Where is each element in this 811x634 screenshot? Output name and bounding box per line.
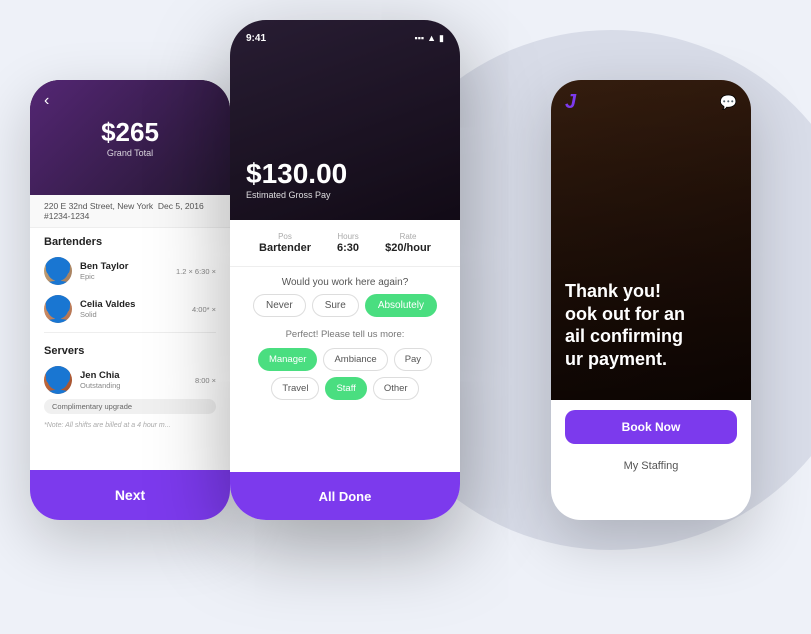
avatar-face: 👤: [44, 366, 72, 394]
hours-col: Hours 6:30: [337, 232, 359, 254]
hours-label: Hours: [337, 232, 359, 241]
question-text: Would you work here again?: [230, 267, 460, 294]
status-bar: 9:41 ▪▪▪ ▲ ▮: [230, 20, 460, 50]
staff-sub: Epic: [80, 272, 168, 281]
status-icons: ▪▪▪ ▲ ▮: [415, 33, 444, 44]
pos-col: Pos Bartender: [259, 232, 311, 254]
phones-container: ‹ $265 Grand Total 220 E 32nd Street, Ne…: [0, 0, 811, 634]
pay-amount: $130.00: [246, 160, 347, 188]
hero-line2: ook out for an: [565, 304, 685, 324]
all-done-label: All Done: [319, 489, 372, 504]
hours-value: 6:30: [337, 242, 359, 254]
staff-info: Celia Valdes Solid: [80, 299, 184, 319]
back-arrow-icon[interactable]: ‹: [44, 92, 49, 110]
status-time: 9:41: [246, 33, 266, 44]
note-text: *Note: All shifts are billed at a 4 hour…: [30, 418, 230, 433]
tag-manager[interactable]: Manager: [258, 348, 318, 371]
divider: [44, 332, 216, 333]
wifi-icon: ▲: [427, 33, 436, 43]
staff-sub: Outstanding: [80, 381, 187, 390]
logo-icon: J: [565, 91, 576, 114]
rate-col: Rate $20/hour: [385, 232, 431, 254]
choice-buttons-row: Never Sure Absolutely: [230, 294, 460, 317]
rate-value: $20/hour: [385, 242, 431, 254]
right-header: J 💬: [551, 80, 751, 124]
right-phone: J 💬 Thank you! ook out for an ail confir…: [551, 80, 751, 520]
staff-name: Celia Valdes: [80, 299, 184, 310]
list-item: 👤 Jen Chia Outstanding 8:00 ×: [30, 361, 230, 399]
order-id-text: #1234-1234: [44, 211, 89, 221]
grand-total-label: Grand Total: [107, 148, 153, 158]
staff-rate: 4:00* ×: [192, 305, 216, 314]
next-label: Next: [115, 487, 145, 503]
rate-label: Rate: [385, 232, 431, 241]
book-now-button[interactable]: Book Now: [565, 410, 737, 444]
avatar: 👤: [44, 366, 72, 394]
center-phone: 9:41 ▪▪▪ ▲ ▮ $130.00 Estimated Gross Pay…: [230, 20, 460, 520]
hero-background: $130.00 Estimated Gross Pay: [230, 20, 460, 220]
tag-staff[interactable]: Staff: [325, 377, 366, 400]
servers-label: Servers: [30, 337, 230, 361]
staff-name: Jen Chia: [80, 370, 187, 381]
address-text: 220 E 32nd Street, New York: [44, 201, 153, 211]
avatar: 👤: [44, 295, 72, 323]
list-item: 👤 Ben Taylor Epic 1.2 × 6:30 ×: [30, 252, 230, 290]
hero-content: $130.00 Estimated Gross Pay: [246, 160, 347, 200]
absolutely-button[interactable]: Absolutely: [365, 294, 437, 317]
pos-value: Bartender: [259, 242, 311, 254]
grand-total-amount: $265: [101, 117, 159, 148]
staff-info: Ben Taylor Epic: [80, 261, 168, 281]
staff-info: Jen Chia Outstanding: [80, 370, 187, 390]
staff-rate: 8:00 ×: [195, 376, 216, 385]
address-row: 220 E 32nd Street, New York Dec 5, 2016 …: [30, 195, 230, 228]
right-bottom-section: Book Now My Staffing: [551, 400, 751, 490]
avatar: 👤: [44, 257, 72, 285]
staff-rate: 1.2 × 6:30 ×: [176, 267, 216, 276]
hero-heading: Thank you! ook out for an ail confirming…: [565, 280, 737, 370]
bartenders-label: Bartenders: [30, 228, 230, 252]
tags-row-2: Travel Staff Other: [230, 377, 460, 400]
tag-travel[interactable]: Travel: [271, 377, 319, 400]
left-phone-banner: ‹ $265 Grand Total: [30, 80, 230, 195]
please-more-text: Perfect! Please tell us more:: [230, 325, 460, 348]
list-item: 👤 Celia Valdes Solid 4:00* ×: [30, 290, 230, 328]
battery-icon: ▮: [439, 33, 444, 44]
next-button[interactable]: Next: [30, 470, 230, 520]
my-staffing-button[interactable]: My Staffing: [565, 452, 737, 480]
right-hero: J 💬 Thank you! ook out for an ail confir…: [551, 80, 751, 400]
estimated-gross-pay-label: Estimated Gross Pay: [246, 190, 347, 200]
never-button[interactable]: Never: [253, 294, 306, 317]
hero-line3: ail confirming: [565, 326, 683, 346]
tag-pay[interactable]: Pay: [394, 348, 432, 371]
pos-label: Pos: [259, 232, 311, 241]
avatar-face: 👤: [44, 295, 72, 323]
signal-icon: ▪▪▪: [415, 33, 425, 43]
hero-text: Thank you! ook out for an ail confirming…: [565, 280, 737, 370]
hero-line1: Thank you!: [565, 281, 661, 301]
tag-other[interactable]: Other: [373, 377, 419, 400]
sure-button[interactable]: Sure: [312, 294, 359, 317]
info-row: Pos Bartender Hours 6:30 Rate $20/hour: [230, 220, 460, 267]
left-phone: ‹ $265 Grand Total 220 E 32nd Street, Ne…: [30, 80, 230, 520]
date-text: Dec 5, 2016: [158, 201, 204, 211]
chat-icon[interactable]: 💬: [720, 94, 737, 111]
all-done-button[interactable]: All Done: [230, 472, 460, 520]
staff-sub: Solid: [80, 310, 184, 319]
tag-ambiance[interactable]: Ambiance: [323, 348, 387, 371]
avatar-face: 👤: [44, 257, 72, 285]
staff-name: Ben Taylor: [80, 261, 168, 272]
upgrade-badge: Complimentary upgrade: [44, 399, 216, 414]
tags-row-1: Manager Ambiance Pay: [230, 348, 460, 371]
hero-line4: ur payment.: [565, 349, 667, 369]
